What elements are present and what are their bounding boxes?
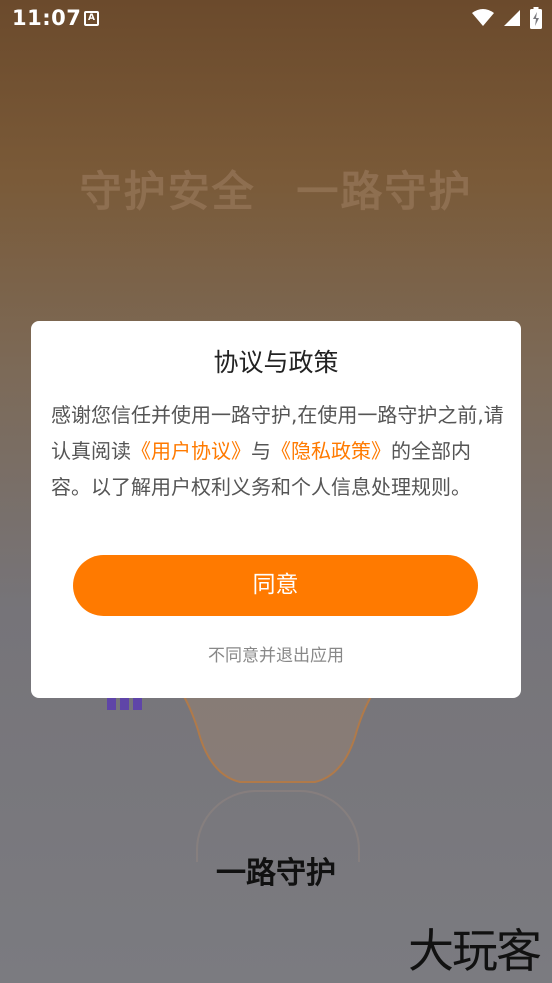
illustration-dots bbox=[107, 697, 142, 710]
hero-slogan-part2: 一路守护 bbox=[296, 167, 473, 216]
watermark: 大玩客 bbox=[408, 924, 542, 978]
user-agreement-link[interactable]: 《用户协议》 bbox=[131, 439, 251, 463]
agree-button[interactable]: 同意 bbox=[73, 555, 478, 616]
disagree-exit-button[interactable]: 不同意并退出应用 bbox=[31, 641, 521, 666]
dialog-body: 感谢您信任并使用一路守护,在使用一路守护之前,请认真阅读《用户协议》与《隐私政策… bbox=[51, 397, 506, 505]
app-name: 一路守护 bbox=[216, 856, 336, 891]
cellular-signal-icon bbox=[504, 10, 520, 26]
hero-slogan-part1: 守护安全 bbox=[79, 167, 256, 216]
status-time: 11:07 bbox=[12, 6, 82, 30]
agreement-dialog: 协议与政策 感谢您信任并使用一路守护,在使用一路守护之前,请认真阅读《用户协议》… bbox=[31, 321, 521, 698]
dialog-body-and: 与 bbox=[251, 439, 271, 463]
device-illustration bbox=[180, 690, 375, 783]
battery-icon bbox=[530, 7, 542, 29]
status-icons bbox=[472, 7, 542, 29]
status-bar: 11:07 A bbox=[0, 0, 552, 38]
dialog-title: 协议与政策 bbox=[213, 348, 339, 377]
privacy-policy-link[interactable]: 《隐私政策》 bbox=[271, 439, 391, 463]
hero-slogan: 守护安全 一路守护 bbox=[0, 158, 552, 219]
wifi-icon bbox=[472, 9, 494, 26]
app-notification-icon: A bbox=[84, 11, 99, 26]
